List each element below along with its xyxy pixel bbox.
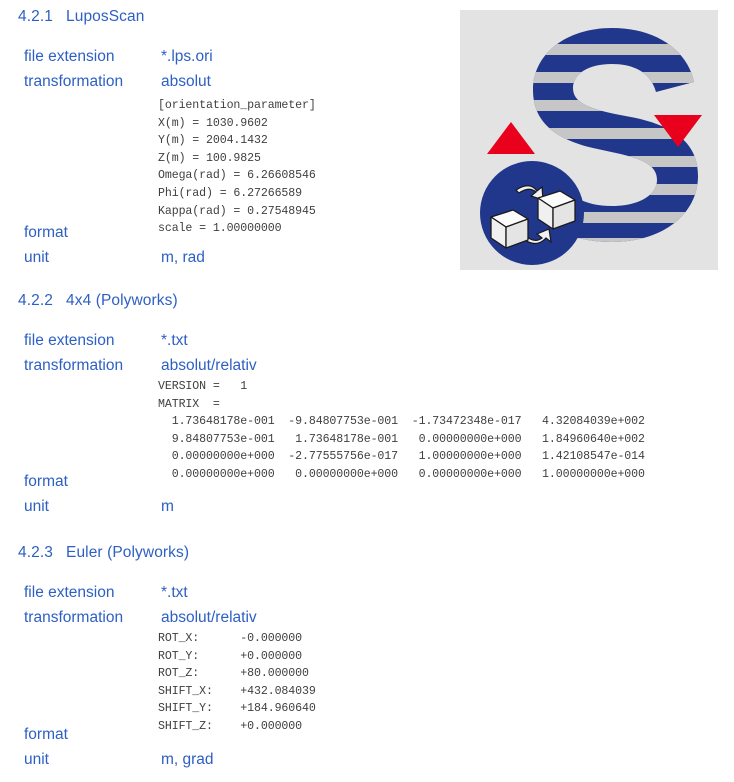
value-unit: m, grad (161, 751, 214, 768)
spec-row-file-extension-422: file extension *.txt (24, 332, 188, 350)
section-title: LuposScan (66, 8, 145, 25)
label-format: format (24, 726, 68, 743)
value-file-extension: *.txt (161, 332, 188, 349)
section-number: 4.2.1 (18, 8, 53, 25)
value-file-extension: *.txt (161, 584, 188, 601)
label-transformation: transformation (24, 73, 124, 90)
label-file-extension: file extension (24, 48, 115, 65)
value-file-extension: *.lps.ori (161, 48, 213, 65)
spec-row-file-extension-421: file extension *.lps.ori (24, 48, 213, 66)
code-block-423: ROT_X: -0.000000 ROT_Y: +0.000000 ROT_Z:… (158, 632, 316, 733)
label-format: format (24, 473, 68, 490)
spec-row-format-423: format (24, 726, 161, 744)
label-format: format (24, 224, 68, 241)
section-heading-422: 4.2.2 4x4 (Polyworks) (18, 292, 178, 310)
spec-row-unit-423: unit m, grad (24, 751, 214, 769)
spec-row-transformation-422: transformation absolut/relativ (24, 357, 257, 375)
value-transformation: absolut/relativ (161, 609, 257, 626)
spec-row-transformation-423: transformation absolut/relativ (24, 609, 257, 627)
label-file-extension: file extension (24, 584, 115, 601)
code-block-422: VERSION = 1 MATRIX = 1.73648178e-001 -9.… (158, 380, 645, 481)
red-triangle-up-icon (487, 122, 535, 154)
section-heading-423: 4.2.3 Euler (Polyworks) (18, 544, 189, 562)
section-heading-421: 4.2.1 LuposScan (18, 8, 144, 26)
label-transformation: transformation (24, 357, 124, 374)
spec-row-format-421: format (24, 224, 161, 242)
label-unit: unit (24, 249, 49, 266)
section-title: 4x4 (Polyworks) (66, 292, 178, 309)
value-unit: m, rad (161, 249, 205, 266)
spec-row-transformation-421: transformation absolut (24, 73, 211, 91)
label-unit: unit (24, 498, 49, 515)
spec-row-unit-421: unit m, rad (24, 249, 205, 267)
value-transformation: absolut/relativ (161, 357, 257, 374)
label-transformation: transformation (24, 609, 124, 626)
code-block-421: [orientation_parameter] X(m) = 1030.9602… (158, 99, 316, 236)
recycling-cubes-badge-icon (480, 161, 584, 265)
spec-row-unit-422: unit m (24, 498, 174, 516)
label-file-extension: file extension (24, 332, 115, 349)
spec-row-file-extension-423: file extension *.txt (24, 584, 188, 602)
label-unit: unit (24, 751, 49, 768)
luposcan-logo (460, 10, 718, 270)
spec-row-format-422: format (24, 473, 161, 491)
section-number: 4.2.3 (18, 544, 53, 561)
section-number: 4.2.2 (18, 292, 53, 309)
section-title: Euler (Polyworks) (66, 544, 190, 561)
value-transformation: absolut (161, 73, 211, 90)
document-page: 4.2.1 LuposScan file extension *.lps.ori t… (0, 0, 734, 782)
value-unit: m (161, 498, 174, 515)
